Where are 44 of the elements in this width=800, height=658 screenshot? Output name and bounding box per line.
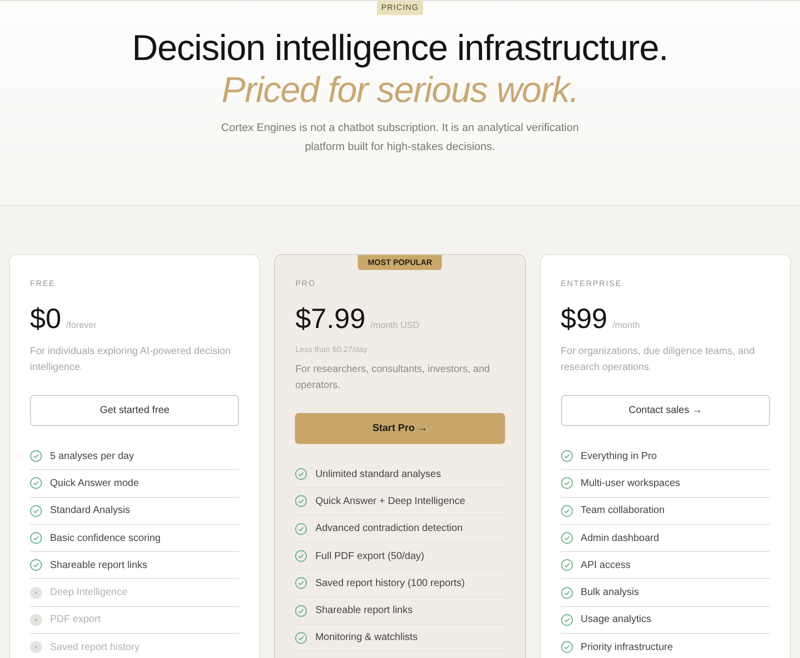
cta-button[interactable]: Contact sales →: [560, 395, 770, 426]
price-amount: $7.99: [295, 302, 366, 336]
feature-label: Quick Answer + Deep Intelligence: [315, 496, 466, 507]
page-title: Decision intelligence infrastructure.: [132, 27, 668, 69]
feature-label: Quick Answer mode: [50, 478, 139, 489]
plan-description: For organizations, due diligence teams, and research operations.: [560, 345, 756, 375]
feature-label: Priority infrastructure: [580, 642, 673, 653]
plan-description: For researchers, consultants, investors, and operators.: [295, 363, 491, 393]
feature-label: Team collaboration: [580, 505, 665, 516]
feature-label: Standard Analysis: [50, 505, 130, 516]
page-tagline: Priced for serious work.: [222, 69, 578, 111]
pricing-eyebrow: PRICING: [377, 1, 423, 15]
cta-button[interactable]: Get started free: [30, 395, 240, 426]
feature-label: Full PDF export (50/day): [315, 550, 424, 562]
price-period: /forever: [66, 320, 97, 330]
price-amount: $99: [560, 302, 608, 336]
feature-label: Bulk analysis: [580, 587, 640, 598]
feature-label: Basic confidence scoring: [50, 532, 161, 544]
price-amount: $0: [30, 302, 62, 336]
feature-label: Admin dashboard: [580, 532, 660, 544]
price-period: /month USD: [370, 320, 420, 330]
page-subtitle: Cortex Engines is not a chatbot subscription. It is an analytical verification platform built for high-stakes decisions.: [220, 121, 580, 155]
feature-label: API access: [580, 560, 631, 571]
plan-name: FREE: [30, 278, 56, 290]
plan-name: PRO: [295, 278, 317, 290]
cta-button[interactable]: Start Pro →: [295, 413, 505, 444]
feature-label: Advanced contradiction detection: [315, 523, 463, 534]
feature-label: Shareable report links: [315, 605, 413, 616]
price-note: Less than $0.27/day: [295, 344, 368, 356]
plan-description: For individuals exploring AI-powered decision intelligence.: [30, 345, 232, 375]
price-period: /month: [612, 320, 640, 330]
plan-name: ENTERPRISE: [560, 278, 623, 290]
feature-label: Deep Intelligence: [50, 587, 128, 598]
feature-label: Monitoring & watchlists: [315, 632, 418, 644]
feature-label: PDF export: [50, 614, 101, 626]
popular-badge: MOST POPULAR: [358, 255, 442, 270]
feature-label: Saved report history: [50, 642, 140, 653]
feature-label: Unlimited standard analyses: [315, 468, 441, 480]
feature-label: Saved report history (100 reports): [315, 578, 465, 589]
feature-label: Shareable report links: [50, 560, 148, 571]
feature-label: Multi-user workspaces: [580, 478, 680, 489]
feature-label: Usage analytics: [580, 614, 652, 626]
feature-label: 5 analyses per day: [50, 450, 134, 462]
feature-label: Everything in Pro: [580, 450, 657, 462]
